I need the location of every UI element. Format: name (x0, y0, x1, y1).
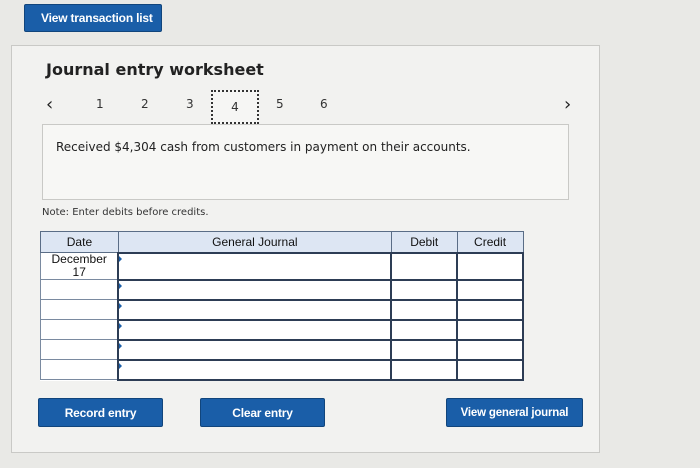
credit-input[interactable] (456, 298, 524, 321)
general-journal-column-header: General Journal (117, 231, 392, 253)
date-cell[interactable] (40, 279, 119, 300)
date-day: 17 (72, 265, 86, 279)
view-transaction-list-button[interactable]: View transaction list (24, 4, 162, 32)
transaction-description: Received $4,304 cash from customers in p… (56, 140, 471, 154)
date-column-header: Date (40, 231, 119, 253)
credit-input[interactable] (456, 251, 524, 281)
chevron-right-icon[interactable]: › (564, 94, 571, 115)
page-6-tab[interactable]: 6 (320, 97, 328, 111)
page-1-tab[interactable]: 1 (96, 97, 104, 111)
debit-input[interactable] (390, 251, 459, 281)
table-row: December 17 (40, 251, 524, 281)
credit-input[interactable] (456, 338, 524, 361)
record-entry-button[interactable]: Record entry (38, 398, 163, 427)
debit-input[interactable] (390, 298, 459, 321)
table-row (40, 318, 524, 341)
date-cell: December 17 (40, 252, 119, 280)
date-cell[interactable] (40, 359, 119, 380)
credit-column-header: Credit (456, 231, 524, 253)
dropdown-indicator-icon (119, 342, 123, 349)
table-row (40, 278, 524, 301)
page-2-tab[interactable]: 2 (141, 97, 149, 111)
entry-note: Note: Enter debits before credits. (42, 207, 209, 218)
page-5-tab[interactable]: 5 (276, 97, 284, 111)
clear-entry-button[interactable]: Clear entry (200, 398, 325, 427)
chevron-left-icon[interactable]: ‹ (46, 94, 53, 115)
account-input[interactable] (117, 338, 393, 361)
page-4-tab[interactable]: 4 (211, 90, 259, 124)
credit-input[interactable] (456, 358, 524, 381)
date-cell[interactable] (40, 339, 119, 360)
dropdown-indicator-icon (119, 282, 123, 289)
debit-input[interactable] (390, 358, 459, 381)
debit-input[interactable] (390, 278, 459, 301)
date-cell[interactable] (40, 319, 119, 340)
account-input[interactable] (117, 278, 393, 301)
account-input[interactable] (117, 318, 393, 341)
table-row (40, 358, 524, 381)
credit-input[interactable] (456, 318, 524, 341)
transaction-description-box (42, 124, 569, 200)
account-input[interactable] (117, 358, 393, 381)
page-3-tab[interactable]: 3 (186, 97, 194, 111)
table-row (40, 298, 524, 321)
dropdown-indicator-icon (119, 302, 123, 309)
debit-input[interactable] (390, 338, 459, 361)
dropdown-indicator-icon (119, 362, 123, 369)
credit-input[interactable] (456, 278, 524, 301)
table-row (40, 338, 524, 361)
dropdown-indicator-icon (119, 322, 123, 329)
debit-column-header: Debit (390, 231, 458, 253)
worksheet-title: Journal entry worksheet (46, 60, 264, 79)
journal-entry-table: Date General Journal Debit Credit Decemb… (40, 231, 524, 381)
account-input[interactable] (117, 298, 393, 321)
dropdown-indicator-icon (119, 255, 123, 262)
view-general-journal-button[interactable]: View general journal (446, 398, 583, 427)
date-cell[interactable] (40, 299, 119, 320)
account-input[interactable] (117, 251, 393, 281)
debit-input[interactable] (390, 318, 459, 341)
